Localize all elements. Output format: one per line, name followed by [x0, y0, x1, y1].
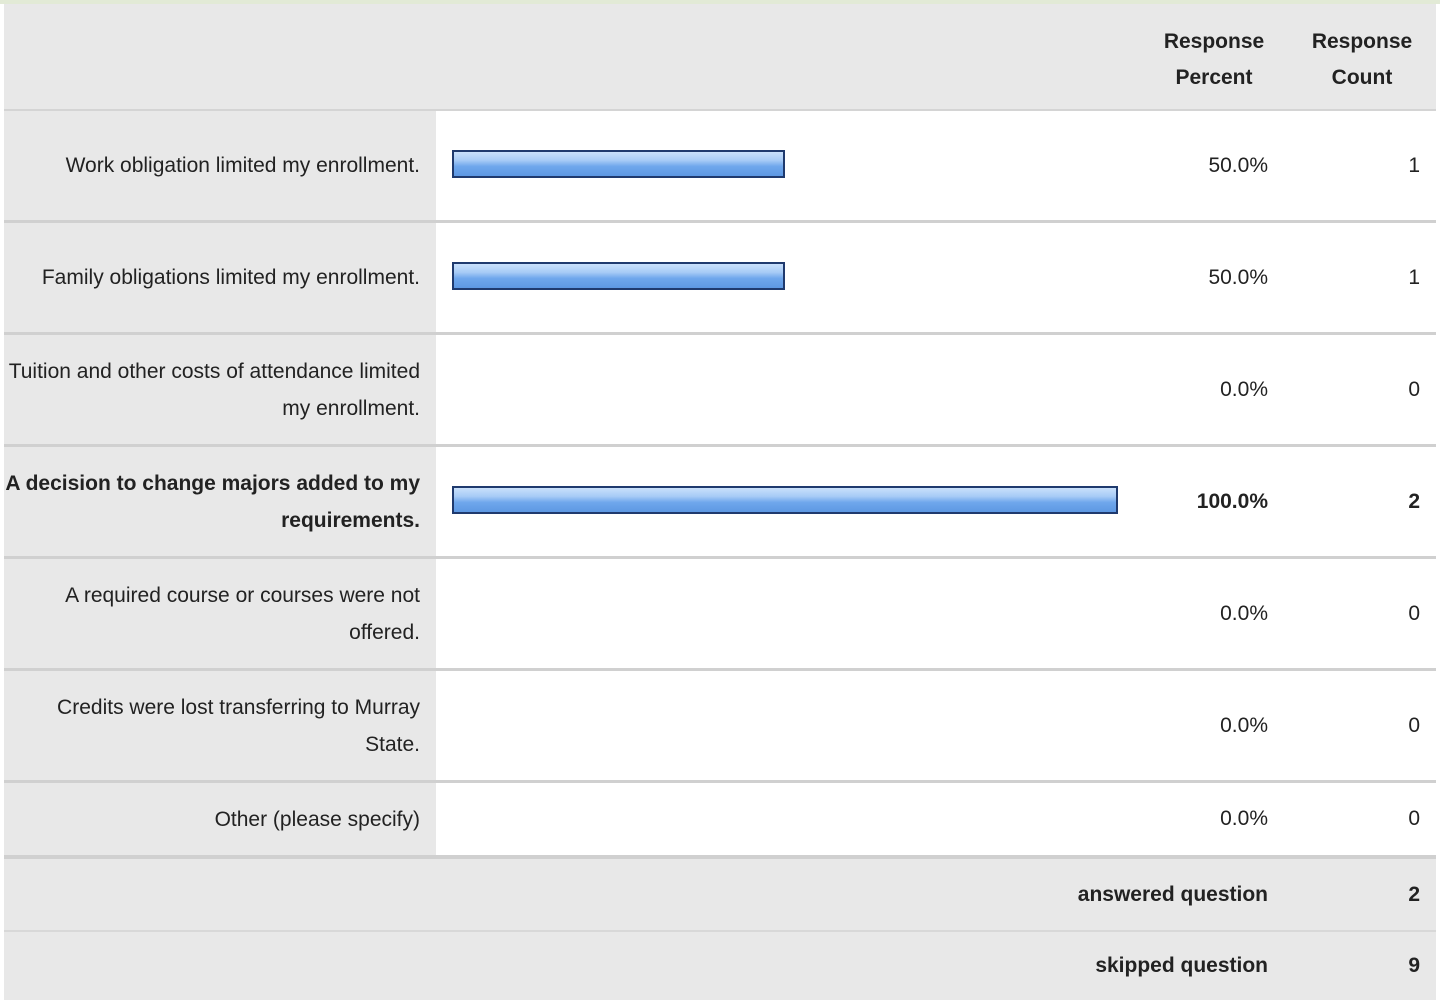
- answer-label: Other (please specify): [4, 783, 436, 855]
- table-row: Family obligations limited my enrollment…: [4, 223, 1436, 335]
- response-count: 0: [1288, 783, 1436, 855]
- response-percent: 100.0%: [1140, 447, 1288, 556]
- table-header: Response Percent Response Count: [4, 4, 1436, 111]
- response-percent: 0.0%: [1140, 559, 1288, 668]
- response-count: 2: [1288, 447, 1436, 556]
- answer-label-text: Credits were lost transferring to Murray…: [57, 695, 420, 756]
- bar-cell: [436, 223, 1140, 332]
- answer-label: Work obligation limited my enrollment.: [4, 111, 436, 220]
- answer-label-text: Other (please specify): [214, 807, 420, 831]
- answer-label: Tuition and other costs of attendance li…: [4, 335, 436, 444]
- answer-label-text: A decision to change majors added to my …: [5, 471, 420, 532]
- answer-label-text: Work obligation limited my enrollment.: [65, 154, 420, 177]
- response-table: Response Percent Response Count Work obl…: [4, 4, 1436, 1000]
- answer-label: A decision to change majors added to my …: [4, 447, 436, 556]
- bar-cell: [436, 111, 1140, 220]
- response-percent: 50.0%: [1140, 111, 1288, 220]
- response-count: 1: [1288, 111, 1436, 220]
- table-row: Work obligation limited my enrollment. 50…: [4, 111, 1436, 223]
- answer-label-text: Family obligations limited my enrollment…: [41, 266, 420, 289]
- skipped-question-label: skipped question: [1095, 954, 1268, 977]
- bar-cell: [436, 783, 1140, 855]
- answer-label: Family obligations limited my enrollment…: [4, 223, 436, 332]
- bar-cell: [436, 671, 1140, 780]
- response-percent: 0.0%: [1140, 335, 1288, 444]
- answer-label: Credits were lost transferring to Murray…: [4, 671, 436, 780]
- answer-label-text: Tuition and other costs of attendance li…: [8, 359, 420, 420]
- response-count: 1: [1288, 223, 1436, 332]
- response-rows: Work obligation limited my enrollment. 50…: [4, 111, 1436, 859]
- response-percent-header: Response Percent: [1163, 30, 1265, 89]
- header-spacer: [4, 4, 1140, 109]
- table-row: A required course or courses were not of…: [4, 559, 1436, 671]
- response-percent: 0.0%: [1140, 783, 1288, 855]
- response-bar: [452, 485, 1118, 514]
- response-count: 0: [1288, 335, 1436, 444]
- bar-cell: [436, 335, 1140, 444]
- answered-question-row: answered question 2: [4, 859, 1436, 932]
- table-row: Credits were lost transferring to Murray…: [4, 671, 1436, 783]
- response-bar: [452, 149, 785, 178]
- skipped-question-value: 9: [1408, 954, 1420, 977]
- table-row: Other (please specify) 0.0% 0: [4, 783, 1436, 859]
- response-count: 0: [1288, 671, 1436, 780]
- table-row: A decision to change majors added to my …: [4, 447, 1436, 559]
- answer-label-text: A required course or courses were not of…: [65, 583, 420, 644]
- answered-question-value: 2: [1408, 882, 1420, 906]
- table-row: Tuition and other costs of attendance li…: [4, 335, 1436, 447]
- response-count-header: Response Count: [1311, 30, 1413, 89]
- response-bar: [452, 261, 785, 290]
- response-percent: 50.0%: [1140, 223, 1288, 332]
- answered-question-label: answered question: [1077, 882, 1268, 906]
- response-count: 0: [1288, 559, 1436, 668]
- response-percent: 0.0%: [1140, 671, 1288, 780]
- bar-cell: [436, 447, 1140, 556]
- skipped-question-row: skipped question 9: [4, 932, 1436, 1000]
- bar-cell: [436, 559, 1140, 668]
- answer-label: A required course or courses were not of…: [4, 559, 436, 668]
